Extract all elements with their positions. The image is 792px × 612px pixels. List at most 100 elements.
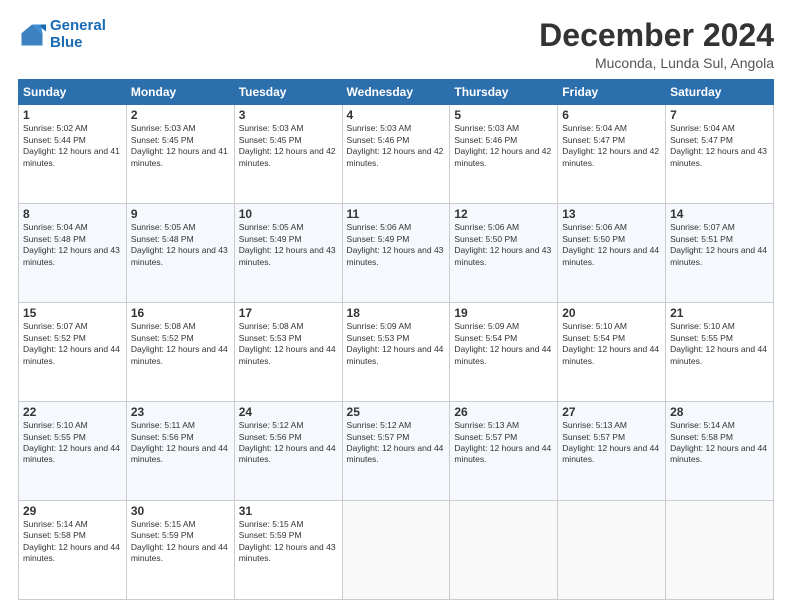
- calendar-cell: 10Sunrise: 5:05 AMSunset: 5:49 PMDayligh…: [234, 204, 342, 303]
- day-content: Sunrise: 5:09 AMSunset: 5:54 PMDaylight:…: [454, 321, 553, 367]
- calendar-cell: 22Sunrise: 5:10 AMSunset: 5:55 PMDayligh…: [19, 402, 127, 501]
- main-title: December 2024: [539, 18, 774, 53]
- calendar-header-row: SundayMondayTuesdayWednesdayThursdayFrid…: [19, 80, 774, 105]
- day-content: Sunrise: 5:12 AMSunset: 5:56 PMDaylight:…: [239, 420, 338, 466]
- calendar-cell: 29Sunrise: 5:14 AMSunset: 5:58 PMDayligh…: [19, 501, 127, 600]
- day-number: 23: [131, 405, 230, 419]
- col-header-sunday: Sunday: [19, 80, 127, 105]
- day-content: Sunrise: 5:06 AMSunset: 5:49 PMDaylight:…: [347, 222, 446, 268]
- day-number: 29: [23, 504, 122, 518]
- calendar-cell: 28Sunrise: 5:14 AMSunset: 5:58 PMDayligh…: [666, 402, 774, 501]
- calendar-row-2: 15Sunrise: 5:07 AMSunset: 5:52 PMDayligh…: [19, 303, 774, 402]
- day-number: 3: [239, 108, 338, 122]
- day-content: Sunrise: 5:05 AMSunset: 5:48 PMDaylight:…: [131, 222, 230, 268]
- calendar-table: SundayMondayTuesdayWednesdayThursdayFrid…: [18, 79, 774, 600]
- day-content: Sunrise: 5:03 AMSunset: 5:46 PMDaylight:…: [454, 123, 553, 169]
- day-content: Sunrise: 5:08 AMSunset: 5:53 PMDaylight:…: [239, 321, 338, 367]
- day-number: 5: [454, 108, 553, 122]
- day-number: 15: [23, 306, 122, 320]
- day-content: Sunrise: 5:10 AMSunset: 5:54 PMDaylight:…: [562, 321, 661, 367]
- day-number: 7: [670, 108, 769, 122]
- calendar-cell: 31Sunrise: 5:15 AMSunset: 5:59 PMDayligh…: [234, 501, 342, 600]
- logo-icon: [18, 21, 46, 49]
- day-number: 9: [131, 207, 230, 221]
- logo-blue: Blue: [50, 34, 83, 51]
- day-number: 8: [23, 207, 122, 221]
- page: General Blue December 2024 Muconda, Lund…: [0, 0, 792, 612]
- calendar-cell: 15Sunrise: 5:07 AMSunset: 5:52 PMDayligh…: [19, 303, 127, 402]
- header: General Blue December 2024 Muconda, Lund…: [18, 18, 774, 71]
- day-number: 1: [23, 108, 122, 122]
- calendar-cell: 13Sunrise: 5:06 AMSunset: 5:50 PMDayligh…: [558, 204, 666, 303]
- day-number: 4: [347, 108, 446, 122]
- calendar-cell: 3Sunrise: 5:03 AMSunset: 5:45 PMDaylight…: [234, 105, 342, 204]
- col-header-thursday: Thursday: [450, 80, 558, 105]
- calendar-cell: 14Sunrise: 5:07 AMSunset: 5:51 PMDayligh…: [666, 204, 774, 303]
- calendar-cell: 5Sunrise: 5:03 AMSunset: 5:46 PMDaylight…: [450, 105, 558, 204]
- logo: General Blue: [18, 18, 106, 51]
- day-number: 24: [239, 405, 338, 419]
- calendar-cell: [450, 501, 558, 600]
- col-header-monday: Monday: [126, 80, 234, 105]
- day-content: Sunrise: 5:10 AMSunset: 5:55 PMDaylight:…: [23, 420, 122, 466]
- day-content: Sunrise: 5:03 AMSunset: 5:45 PMDaylight:…: [239, 123, 338, 169]
- day-content: Sunrise: 5:09 AMSunset: 5:53 PMDaylight:…: [347, 321, 446, 367]
- day-number: 22: [23, 405, 122, 419]
- day-number: 16: [131, 306, 230, 320]
- day-content: Sunrise: 5:06 AMSunset: 5:50 PMDaylight:…: [562, 222, 661, 268]
- day-content: Sunrise: 5:14 AMSunset: 5:58 PMDaylight:…: [23, 519, 122, 565]
- col-header-wednesday: Wednesday: [342, 80, 450, 105]
- day-number: 10: [239, 207, 338, 221]
- calendar-cell: 30Sunrise: 5:15 AMSunset: 5:59 PMDayligh…: [126, 501, 234, 600]
- col-header-friday: Friday: [558, 80, 666, 105]
- day-number: 2: [131, 108, 230, 122]
- calendar-row-3: 22Sunrise: 5:10 AMSunset: 5:55 PMDayligh…: [19, 402, 774, 501]
- day-content: Sunrise: 5:14 AMSunset: 5:58 PMDaylight:…: [670, 420, 769, 466]
- day-number: 26: [454, 405, 553, 419]
- day-content: Sunrise: 5:11 AMSunset: 5:56 PMDaylight:…: [131, 420, 230, 466]
- day-content: Sunrise: 5:10 AMSunset: 5:55 PMDaylight:…: [670, 321, 769, 367]
- calendar-cell: 19Sunrise: 5:09 AMSunset: 5:54 PMDayligh…: [450, 303, 558, 402]
- calendar-cell: 23Sunrise: 5:11 AMSunset: 5:56 PMDayligh…: [126, 402, 234, 501]
- calendar-cell: 17Sunrise: 5:08 AMSunset: 5:53 PMDayligh…: [234, 303, 342, 402]
- col-header-tuesday: Tuesday: [234, 80, 342, 105]
- day-content: Sunrise: 5:13 AMSunset: 5:57 PMDaylight:…: [454, 420, 553, 466]
- calendar-cell: 7Sunrise: 5:04 AMSunset: 5:47 PMDaylight…: [666, 105, 774, 204]
- day-content: Sunrise: 5:04 AMSunset: 5:48 PMDaylight:…: [23, 222, 122, 268]
- day-content: Sunrise: 5:06 AMSunset: 5:50 PMDaylight:…: [454, 222, 553, 268]
- day-number: 19: [454, 306, 553, 320]
- day-number: 13: [562, 207, 661, 221]
- calendar-cell: [558, 501, 666, 600]
- day-content: Sunrise: 5:07 AMSunset: 5:51 PMDaylight:…: [670, 222, 769, 268]
- day-number: 14: [670, 207, 769, 221]
- day-number: 21: [670, 306, 769, 320]
- day-content: Sunrise: 5:15 AMSunset: 5:59 PMDaylight:…: [131, 519, 230, 565]
- calendar-cell: 26Sunrise: 5:13 AMSunset: 5:57 PMDayligh…: [450, 402, 558, 501]
- calendar-cell: 24Sunrise: 5:12 AMSunset: 5:56 PMDayligh…: [234, 402, 342, 501]
- day-number: 12: [454, 207, 553, 221]
- calendar-cell: 20Sunrise: 5:10 AMSunset: 5:54 PMDayligh…: [558, 303, 666, 402]
- day-content: Sunrise: 5:07 AMSunset: 5:52 PMDaylight:…: [23, 321, 122, 367]
- day-number: 11: [347, 207, 446, 221]
- calendar-cell: 12Sunrise: 5:06 AMSunset: 5:50 PMDayligh…: [450, 204, 558, 303]
- day-number: 31: [239, 504, 338, 518]
- day-content: Sunrise: 5:04 AMSunset: 5:47 PMDaylight:…: [670, 123, 769, 169]
- day-number: 17: [239, 306, 338, 320]
- calendar-cell: 1Sunrise: 5:02 AMSunset: 5:44 PMDaylight…: [19, 105, 127, 204]
- calendar-cell: 8Sunrise: 5:04 AMSunset: 5:48 PMDaylight…: [19, 204, 127, 303]
- day-number: 20: [562, 306, 661, 320]
- logo-text: General Blue: [50, 18, 106, 51]
- day-number: 30: [131, 504, 230, 518]
- calendar-row-4: 29Sunrise: 5:14 AMSunset: 5:58 PMDayligh…: [19, 501, 774, 600]
- calendar-cell: 27Sunrise: 5:13 AMSunset: 5:57 PMDayligh…: [558, 402, 666, 501]
- calendar-row-1: 8Sunrise: 5:04 AMSunset: 5:48 PMDaylight…: [19, 204, 774, 303]
- day-content: Sunrise: 5:03 AMSunset: 5:45 PMDaylight:…: [131, 123, 230, 169]
- calendar-cell: 6Sunrise: 5:04 AMSunset: 5:47 PMDaylight…: [558, 105, 666, 204]
- day-content: Sunrise: 5:04 AMSunset: 5:47 PMDaylight:…: [562, 123, 661, 169]
- calendar-cell: 9Sunrise: 5:05 AMSunset: 5:48 PMDaylight…: [126, 204, 234, 303]
- day-number: 27: [562, 405, 661, 419]
- calendar-cell: 25Sunrise: 5:12 AMSunset: 5:57 PMDayligh…: [342, 402, 450, 501]
- calendar-cell: [666, 501, 774, 600]
- day-number: 18: [347, 306, 446, 320]
- title-block: December 2024 Muconda, Lunda Sul, Angola: [539, 18, 774, 71]
